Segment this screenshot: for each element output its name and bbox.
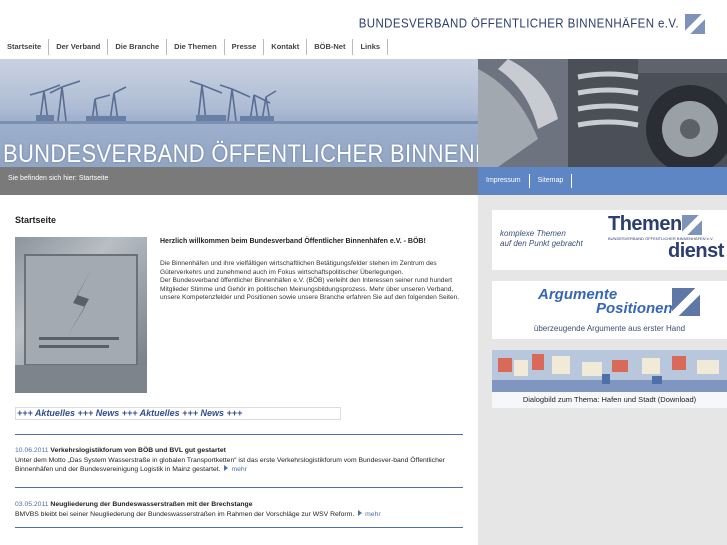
news-text: Unter dem Motto „Das System Wasserstraße…	[15, 456, 445, 474]
themendienst-word-1: Themen	[608, 213, 682, 235]
main-content: Startseite Herzlich willkommen beim Bund…	[0, 195, 478, 545]
intro-paragraph-1: Die Binnenhäfen und ihre vielfältigen wi…	[160, 260, 437, 276]
themendienst-banner[interactable]: komplexe Themen auf den Punkt gebracht T…	[492, 210, 727, 270]
argumente-caption: überzeugende Argumente aus erster Hand	[533, 324, 686, 333]
news-headline[interactable]: Verkehrslogistikforum von BÖB und BVL gu…	[50, 447, 226, 454]
news-text: BMVBS bleibt bei seiner Neugliederung de…	[15, 510, 355, 518]
breadcrumb-bar: Sie befinden sich hier: Startseite	[0, 167, 478, 195]
intro-paragraph-2: Der Bundesverband öffentlicher Binnenhäf…	[160, 277, 460, 302]
main-nav: Startseite Der Verband Die Branche Die T…	[0, 39, 389, 55]
nav-item-boeb-net[interactable]: BÖB-Net	[307, 39, 354, 55]
news-item: 03.05.2011 Neugliederung der Bundeswasse…	[15, 500, 463, 519]
themendienst-tagline-1: komplexe Themen	[500, 229, 566, 238]
news-ticker: +++ Aktuelles +++ News +++ Aktuelles +++…	[15, 407, 341, 420]
news-divider	[15, 527, 463, 528]
banner-title: BUNDESVERBAND ÖFFENTLICHER BINNENHÄFEN E…	[3, 139, 478, 167]
positionen-word: Positionen	[596, 300, 673, 317]
news-divider	[15, 487, 463, 488]
nav-item-kontakt[interactable]: Kontakt	[264, 39, 308, 55]
sidebar: komplexe Themen auf den Punkt gebracht T…	[478, 195, 727, 545]
nav-item-presse[interactable]: Presse	[225, 39, 265, 55]
themendienst-word-2: dienst	[668, 240, 724, 262]
top-header: BUNDESVERBAND ÖFFENTLICHER BINNENHÄFEN e…	[0, 0, 727, 59]
sitemap-link[interactable]: Sitemap	[530, 174, 573, 188]
breadcrumb: Sie befinden sich hier: Startseite	[8, 175, 109, 182]
logo-mark-icon	[685, 14, 705, 34]
arrow-right-icon	[358, 509, 363, 516]
association-plaque-photo	[15, 237, 147, 393]
logo-mark-icon	[682, 215, 702, 235]
page-title: Startseite	[15, 215, 57, 225]
news-divider	[15, 434, 463, 435]
news-headline[interactable]: Neugliederung der Bundeswasserstraßen mi…	[50, 501, 252, 508]
news-date: 03.05.2011	[15, 501, 49, 508]
arrow-right-icon	[224, 465, 229, 471]
nav-item-startseite[interactable]: Startseite	[0, 39, 50, 55]
welcome-heading: Herzlich willkommen beim Bundesverband Ö…	[160, 238, 426, 245]
argumente-positionen-banner[interactable]: Argumente Positionen überzeugende Argume…	[492, 281, 727, 339]
news-item: 10.06.2011 Verkehrslogistikforum von BÖB…	[15, 446, 463, 475]
dialogbild-download-banner[interactable]: Dialogbild zum Thema: Hafen und Stadt (D…	[492, 350, 727, 408]
themendienst-tagline: komplexe Themen auf den Punkt gebracht	[500, 229, 583, 249]
dialogbild-caption: Dialogbild zum Thema: Hafen und Stadt (D…	[492, 392, 727, 408]
news-more-link[interactable]: mehr	[365, 511, 381, 518]
news-more-link[interactable]: mehr	[231, 466, 247, 473]
welcome-text: Die Binnenhäfen und ihre vielfältigen wi…	[160, 260, 460, 303]
nav-item-links[interactable]: Links	[353, 39, 389, 55]
site-logo[interactable]: BUNDESVERBAND ÖFFENTLICHER BINNENHÄFEN e…	[359, 14, 705, 34]
nav-item-die-themen[interactable]: Die Themen	[167, 39, 225, 55]
nav-item-der-verband[interactable]: Der Verband	[49, 39, 109, 55]
news-date: 10.06.2011	[15, 447, 49, 454]
impressum-link[interactable]: Impressum	[478, 174, 530, 188]
truck-suspension-photo	[478, 59, 727, 167]
harbor-banner: BUNDESVERBAND ÖFFENTLICHER BINNENHÄFEN E…	[0, 59, 478, 167]
logo-mark-icon	[672, 288, 700, 316]
nav-item-die-branche[interactable]: Die Branche	[108, 39, 168, 55]
logo-text: BUNDESVERBAND ÖFFENTLICHER BINNENHÄFEN e…	[358, 17, 679, 31]
themendienst-tagline-2: auf den Punkt gebracht	[500, 239, 583, 248]
service-links-bar: Impressum Sitemap	[478, 167, 727, 195]
